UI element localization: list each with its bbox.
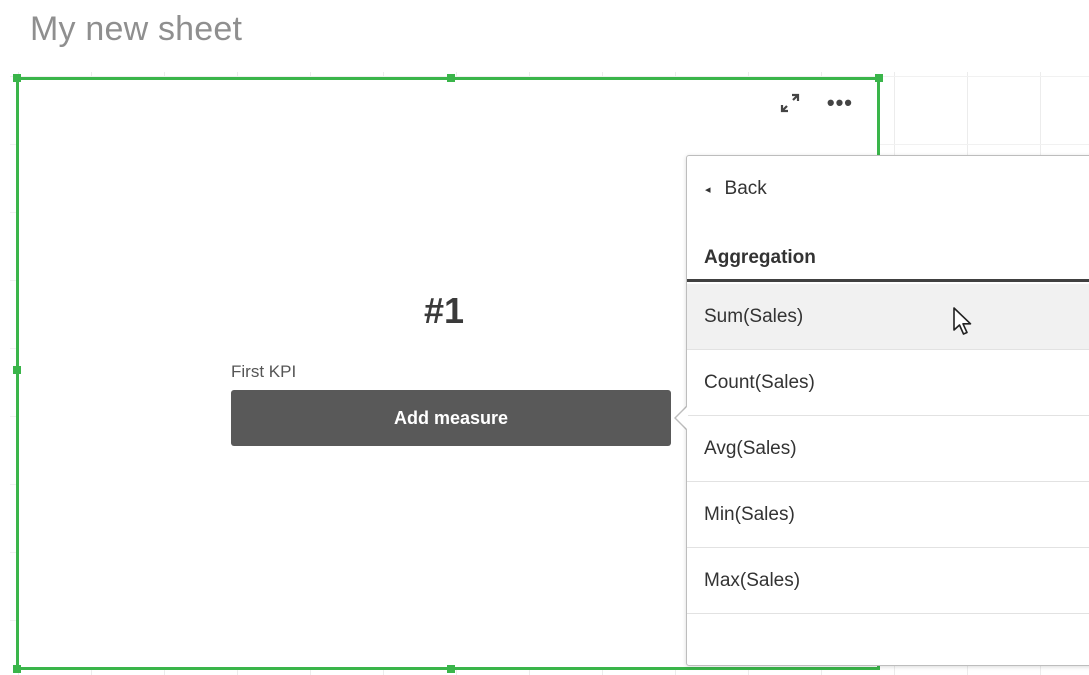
aggregation-item-label: Max(Sales) bbox=[704, 569, 801, 591]
aggregation-item-label: Sum(Sales) bbox=[704, 305, 804, 327]
popover-arrow-inner bbox=[676, 406, 688, 430]
more-options-icon[interactable]: ••• bbox=[827, 92, 853, 114]
back-arrow-icon: ◂ bbox=[705, 183, 711, 196]
aggregation-item-label: Avg(Sales) bbox=[704, 437, 797, 459]
aggregation-header: Aggregation bbox=[687, 242, 1089, 282]
expand-icon-glyph bbox=[780, 93, 799, 113]
back-label: Back bbox=[724, 178, 767, 199]
aggregation-list: Sum(Sales) Count(Sales) Avg(Sales) Min(S… bbox=[687, 284, 1089, 614]
aggregation-item-sum[interactable]: Sum(Sales) bbox=[687, 284, 1089, 350]
sheet-canvas: My new sheet ••• #1 First KPI Add measur… bbox=[0, 0, 1089, 675]
kpi-value: #1 bbox=[424, 290, 465, 331]
resize-handle-top[interactable] bbox=[447, 74, 455, 82]
aggregation-item-label: Min(Sales) bbox=[704, 503, 795, 525]
aggregation-item-avg[interactable]: Avg(Sales) bbox=[687, 416, 1089, 482]
sheet-title: My new sheet bbox=[30, 10, 243, 48]
add-measure-button[interactable]: Add measure bbox=[231, 390, 671, 446]
resize-handle-bottom-left[interactable] bbox=[13, 665, 21, 673]
aggregation-item-min[interactable]: Min(Sales) bbox=[687, 482, 1089, 548]
aggregation-item-max[interactable]: Max(Sales) bbox=[687, 548, 1089, 614]
resize-handle-left[interactable] bbox=[13, 366, 21, 374]
expand-icon[interactable] bbox=[779, 92, 801, 114]
aggregation-title: Aggregation bbox=[704, 247, 816, 268]
resize-handle-top-right[interactable] bbox=[875, 74, 883, 82]
aggregation-item-label: Count(Sales) bbox=[704, 371, 815, 393]
back-button[interactable]: ◂ Back bbox=[705, 178, 767, 200]
resize-handle-bottom[interactable] bbox=[447, 665, 455, 673]
aggregation-item-count[interactable]: Count(Sales) bbox=[687, 350, 1089, 416]
kpi-label: First KPI bbox=[231, 362, 297, 381]
card-toolbar: ••• bbox=[779, 92, 853, 114]
resize-handle-top-left[interactable] bbox=[13, 74, 21, 82]
aggregation-popover: ◂ Back Aggregation Sum(Sales) Count(Sale… bbox=[686, 155, 1089, 666]
mouse-cursor-icon bbox=[953, 307, 972, 335]
